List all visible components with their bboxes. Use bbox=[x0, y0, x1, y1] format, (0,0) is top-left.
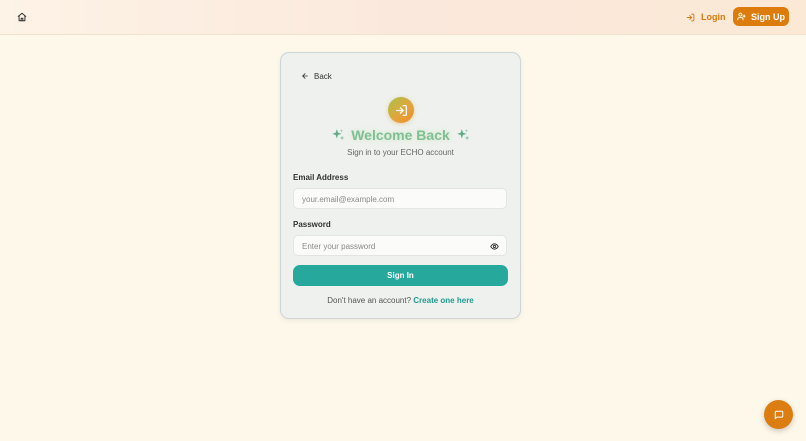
signup-label: Sign Up bbox=[751, 11, 785, 22]
title-text: Welcome Back bbox=[351, 127, 450, 143]
chat-button[interactable] bbox=[764, 400, 793, 429]
signup-prompt-text: Don't have an account? bbox=[327, 296, 412, 305]
signup-button[interactable]: Sign Up bbox=[733, 7, 789, 26]
email-field-wrapper bbox=[293, 188, 507, 209]
sign-in-icon bbox=[395, 104, 407, 116]
home-button[interactable] bbox=[14, 9, 30, 25]
sign-in-label: Sign In bbox=[387, 271, 414, 280]
sign-in-button[interactable]: Sign In bbox=[293, 265, 508, 286]
toggle-password-visibility[interactable] bbox=[489, 241, 500, 252]
login-card: Back Welcome Back Sign in to your ECHO a… bbox=[280, 52, 521, 319]
email-field[interactable] bbox=[294, 190, 506, 209]
eye-icon bbox=[490, 243, 499, 250]
sparkles-icon bbox=[332, 129, 345, 141]
password-field[interactable] bbox=[294, 237, 506, 256]
password-field-wrapper bbox=[293, 235, 507, 256]
sparkles-icon bbox=[456, 129, 470, 141]
arrow-left-icon bbox=[302, 73, 308, 79]
email-label: Email Address bbox=[293, 173, 349, 182]
login-link[interactable]: Login bbox=[686, 8, 726, 26]
top-nav-bar: Login Sign Up bbox=[0, 0, 806, 35]
back-link[interactable]: Back bbox=[301, 70, 332, 82]
signup-prompt: Don't have an account? Create one here bbox=[281, 296, 520, 305]
page-title: Welcome Back bbox=[281, 126, 520, 144]
password-label: Password bbox=[293, 220, 331, 229]
logo-badge bbox=[388, 97, 414, 123]
back-label: Back bbox=[314, 71, 332, 81]
user-plus-icon bbox=[737, 12, 746, 21]
subtitle: Sign in to your ECHO account bbox=[347, 148, 454, 157]
login-icon bbox=[686, 13, 695, 21]
login-label: Login bbox=[701, 12, 726, 22]
chat-icon bbox=[774, 410, 783, 419]
home-icon bbox=[17, 12, 27, 22]
create-account-link[interactable]: Create one here bbox=[413, 296, 473, 305]
